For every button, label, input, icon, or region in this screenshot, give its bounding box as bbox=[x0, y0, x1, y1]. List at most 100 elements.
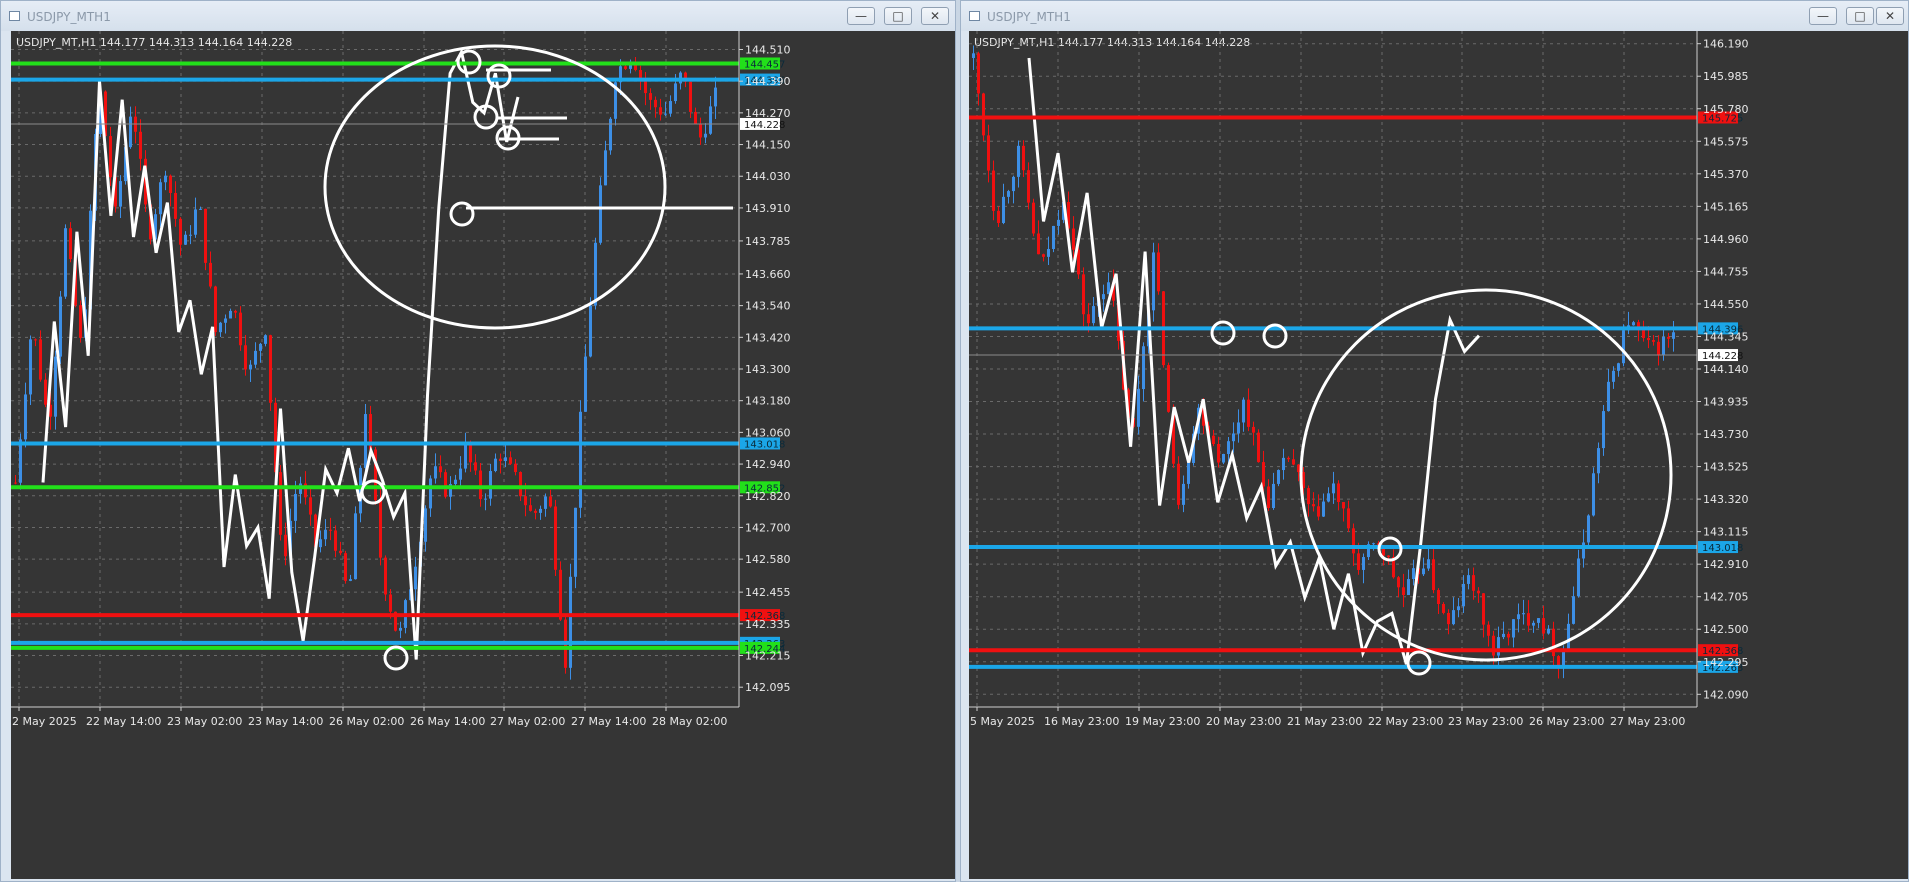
candle-body bbox=[1512, 619, 1515, 638]
candle-body bbox=[1057, 219, 1060, 226]
candle-body bbox=[514, 463, 517, 473]
candle-body bbox=[434, 466, 437, 479]
candle-body bbox=[1432, 559, 1435, 591]
maximize-button[interactable]: □ bbox=[884, 7, 912, 25]
candle-body bbox=[1337, 483, 1340, 503]
minimize-button[interactable]: — bbox=[847, 7, 875, 25]
candle-body bbox=[1592, 473, 1595, 516]
candle-body bbox=[1082, 274, 1085, 315]
candle-body bbox=[454, 479, 457, 485]
candle-body bbox=[329, 529, 332, 531]
candle-body bbox=[1137, 389, 1140, 427]
candle-body bbox=[1182, 483, 1185, 505]
candle-body bbox=[489, 471, 492, 499]
candle-body bbox=[24, 394, 27, 440]
candle-body bbox=[1617, 363, 1620, 371]
candle-body bbox=[364, 414, 367, 468]
candle-body bbox=[1517, 614, 1520, 620]
symbol-info-label: USDJPY_MT,H1 144.177 144.313 144.164 144… bbox=[16, 36, 292, 49]
point-marker-ring bbox=[383, 645, 409, 671]
candle-body bbox=[654, 99, 657, 108]
candle-body bbox=[1472, 575, 1475, 591]
minimize-button[interactable]: — bbox=[1809, 7, 1837, 25]
candle-body bbox=[1362, 557, 1365, 570]
candle-body bbox=[1492, 635, 1495, 656]
y-tick-label: 144.030 bbox=[745, 170, 791, 183]
x-tick-label: 26 May 14:00 bbox=[410, 715, 485, 728]
candle-body bbox=[39, 339, 42, 380]
candle-body bbox=[1532, 622, 1535, 626]
window-titlebar[interactable]: USDJPY_MTH1 — □ ✕ bbox=[961, 1, 1908, 31]
chart-canvas[interactable]: USDJPY_MT,H1 144.177 144.313 144.164 144… bbox=[969, 31, 1908, 881]
candle-body bbox=[204, 208, 207, 263]
candle-body bbox=[1437, 590, 1440, 605]
candle-body bbox=[1657, 341, 1660, 356]
candle-body bbox=[1002, 196, 1005, 223]
candle-body bbox=[604, 150, 607, 186]
y-tick-label: 143.935 bbox=[1703, 396, 1749, 409]
candle-body bbox=[279, 472, 282, 535]
candle-body bbox=[269, 335, 272, 403]
candle-body bbox=[1602, 411, 1605, 449]
window-titlebar[interactable]: USDJPY_MTH1 — □ ✕ bbox=[1, 1, 955, 31]
candle-body bbox=[1027, 170, 1030, 203]
candle-body bbox=[534, 510, 537, 513]
candle-body bbox=[229, 310, 232, 319]
x-tick-label: 23 May 14:00 bbox=[248, 715, 323, 728]
candle-body bbox=[559, 569, 562, 620]
candle-body bbox=[189, 234, 192, 236]
chart-canvas[interactable]: USDJPY_MT,H1 144.177 144.313 144.164 144… bbox=[11, 31, 955, 881]
highlight-circle bbox=[1299, 288, 1673, 662]
candle-body bbox=[244, 345, 247, 370]
candle-body bbox=[499, 458, 502, 462]
y-tick-label: 144.345 bbox=[1703, 330, 1749, 343]
candle-body bbox=[294, 493, 297, 521]
close-button[interactable]: ✕ bbox=[1876, 7, 1904, 25]
x-tick-label: 20 May 23:00 bbox=[1206, 715, 1281, 728]
price-chart[interactable]: USDJPY_MT,H1 144.177 144.313 144.164 144… bbox=[11, 31, 955, 879]
candle-body bbox=[1607, 381, 1610, 412]
x-tick-label: 22 May 2025 bbox=[11, 715, 77, 728]
candle-body bbox=[109, 136, 112, 178]
candle-body bbox=[599, 185, 602, 243]
candle-body bbox=[324, 529, 327, 540]
candle-body bbox=[1442, 604, 1445, 613]
candle-body bbox=[249, 364, 252, 370]
candle-body bbox=[1457, 606, 1460, 611]
candle-body bbox=[34, 339, 37, 341]
candle-body bbox=[1482, 593, 1485, 625]
candle-body bbox=[1222, 453, 1225, 463]
candle-body bbox=[519, 472, 522, 497]
candle-body bbox=[254, 350, 257, 365]
y-tick-label: 144.755 bbox=[1703, 265, 1749, 278]
candle-body bbox=[1037, 233, 1040, 255]
candle-body bbox=[704, 133, 707, 138]
candle-body bbox=[54, 356, 57, 417]
candle-body bbox=[1372, 543, 1375, 545]
candle-body bbox=[1527, 613, 1530, 626]
y-tick-label: 142.090 bbox=[1703, 688, 1749, 701]
close-button[interactable]: ✕ bbox=[921, 7, 949, 25]
candle-body bbox=[987, 135, 990, 171]
candle-body bbox=[1537, 618, 1540, 623]
candle-body bbox=[429, 478, 432, 509]
candle-body bbox=[554, 506, 557, 570]
candle-body bbox=[439, 466, 442, 473]
y-tick-label: 144.390 bbox=[745, 75, 791, 88]
candle-body bbox=[1582, 542, 1585, 559]
candle-body bbox=[1042, 254, 1045, 257]
window-title: USDJPY_MTH1 bbox=[27, 10, 111, 24]
candle-body bbox=[674, 83, 677, 102]
candle-body bbox=[1387, 555, 1390, 558]
y-tick-label: 143.540 bbox=[745, 300, 791, 313]
candle-body bbox=[664, 113, 667, 115]
candle-body bbox=[379, 500, 382, 558]
maximize-button[interactable]: □ bbox=[1846, 7, 1874, 25]
price-chart[interactable]: USDJPY_MT,H1 144.177 144.313 144.164 144… bbox=[969, 31, 1908, 879]
y-tick-label: 145.165 bbox=[1703, 200, 1749, 213]
candle-body bbox=[164, 175, 167, 183]
level-price-label: 143.018 bbox=[1702, 543, 1743, 554]
zigzag-drawing bbox=[41, 47, 520, 660]
candle-body bbox=[1632, 322, 1635, 326]
y-tick-label: 142.095 bbox=[745, 681, 791, 694]
